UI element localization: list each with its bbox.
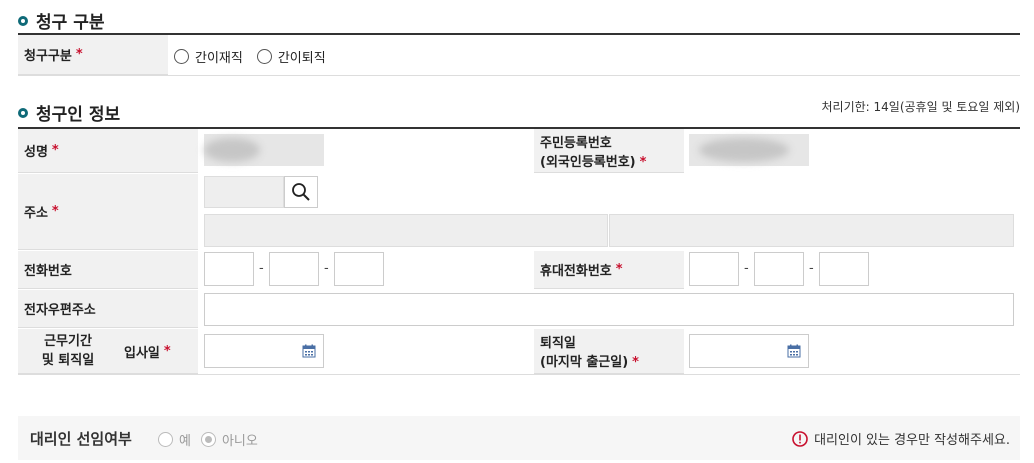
- claim-type-label: 청구구분 *: [18, 35, 168, 75]
- agent-notice-text: 대리인이 있는 경우만 작성해주세요.: [814, 433, 1010, 448]
- rrn-value-masked: [689, 134, 809, 166]
- claim-type-title: 청구 구분: [36, 13, 105, 33]
- required-mark: *: [163, 343, 171, 359]
- mobile-label-text: 휴대전화번호: [540, 264, 612, 279]
- agent-radio-group: 예 아니오: [158, 430, 258, 449]
- section-rule: [18, 33, 1020, 35]
- radio-agent-no[interactable]: [200, 432, 216, 447]
- retire-label-line1: 퇴직일: [540, 336, 576, 351]
- agent-notice: 대리인이 있는 경우만 작성해주세요.: [792, 429, 1010, 448]
- address-main-input[interactable]: [204, 214, 608, 247]
- address-search-button[interactable]: [284, 176, 318, 208]
- phone-part2-input[interactable]: [269, 252, 319, 286]
- radio-agent-yes-label[interactable]: 예: [179, 430, 191, 449]
- bullet-icon: [18, 15, 28, 26]
- row-divider: [18, 374, 1020, 375]
- period-label: 근무기간 및 퇴직일: [18, 329, 118, 374]
- mobile-part2-input[interactable]: [754, 252, 804, 286]
- radio-simple-retired[interactable]: [256, 49, 272, 64]
- mobile-label: 휴대전화번호 *: [534, 251, 684, 289]
- address-label-text: 주소: [24, 206, 48, 221]
- calendar-icon[interactable]: [787, 344, 801, 358]
- dash: -: [744, 261, 749, 276]
- claimant-title: 청구인 정보: [36, 105, 121, 125]
- dash: -: [809, 261, 814, 276]
- claim-type-radio-group: 간이재직 간이퇴직: [174, 47, 326, 66]
- phone-label: 전화번호: [18, 251, 198, 289]
- retire-date-label: 퇴직일 (마지막 출근일) *: [534, 329, 684, 374]
- claim-type-label-text: 청구구분: [24, 49, 72, 64]
- mobile-part3-input[interactable]: [819, 252, 869, 286]
- claimant-section-title: 청구인 정보: [18, 100, 120, 125]
- agent-label: 대리인 선임여부: [30, 430, 132, 448]
- period-label-line1: 근무기간: [44, 334, 92, 349]
- postcode-input[interactable]: [204, 176, 284, 208]
- join-date-input[interactable]: [204, 334, 324, 368]
- email-label-text: 전자우편주소: [24, 303, 96, 318]
- required-mark: *: [615, 262, 623, 277]
- required-mark: *: [639, 154, 647, 170]
- address-detail-input[interactable]: [609, 214, 1014, 247]
- join-date-label: 입사일 *: [118, 329, 198, 374]
- rrn-label-line1: 주민등록번호: [540, 135, 612, 151]
- name-value-masked: [204, 134, 324, 166]
- address-label: 주소 *: [18, 174, 198, 250]
- period-label-line2: 및 퇴직일: [41, 353, 95, 368]
- mobile-part1-input[interactable]: [689, 252, 739, 286]
- claim-type-section-title: 청구 구분: [18, 8, 104, 33]
- radio-simple-employed-label[interactable]: 간이재직: [195, 47, 243, 66]
- agent-section: 대리인 선임여부 예 아니오 대리인이 있는 경우만 작성해주세요.: [18, 416, 1020, 460]
- row-divider: [18, 75, 1020, 76]
- phone-part1-input[interactable]: [204, 252, 254, 286]
- dash: -: [324, 261, 329, 276]
- rrn-label-line2: (외국인등록번호): [540, 154, 636, 170]
- required-mark: *: [51, 143, 59, 158]
- required-mark: *: [632, 355, 639, 370]
- radio-agent-no-label[interactable]: 아니오: [222, 430, 258, 449]
- name-label: 성명 *: [18, 129, 198, 173]
- email-input[interactable]: [204, 293, 1014, 326]
- warning-icon: [792, 430, 808, 447]
- calendar-icon[interactable]: [302, 344, 316, 358]
- required-mark: *: [75, 47, 83, 62]
- radio-agent-yes[interactable]: [158, 432, 173, 447]
- retire-date-input[interactable]: [689, 334, 809, 368]
- join-date-label-text: 입사일: [124, 345, 160, 361]
- retire-label-line2: (마지막 출근일): [540, 355, 629, 370]
- required-mark: *: [51, 204, 59, 219]
- radio-simple-retired-label[interactable]: 간이퇴직: [278, 47, 326, 66]
- radio-simple-employed[interactable]: [174, 49, 189, 64]
- rrn-label: 주민등록번호 (외국인등록번호) *: [534, 129, 684, 173]
- deadline-note: 처리기한: 14일(공휴일 및 토요일 제외): [821, 100, 1021, 114]
- phone-label-text: 전화번호: [24, 264, 72, 279]
- name-label-text: 성명: [24, 145, 48, 160]
- dash: -: [259, 261, 264, 276]
- email-label: 전자우편주소: [18, 290, 198, 328]
- bullet-icon: [18, 107, 28, 118]
- phone-part3-input[interactable]: [334, 252, 384, 286]
- search-icon: [292, 183, 310, 201]
